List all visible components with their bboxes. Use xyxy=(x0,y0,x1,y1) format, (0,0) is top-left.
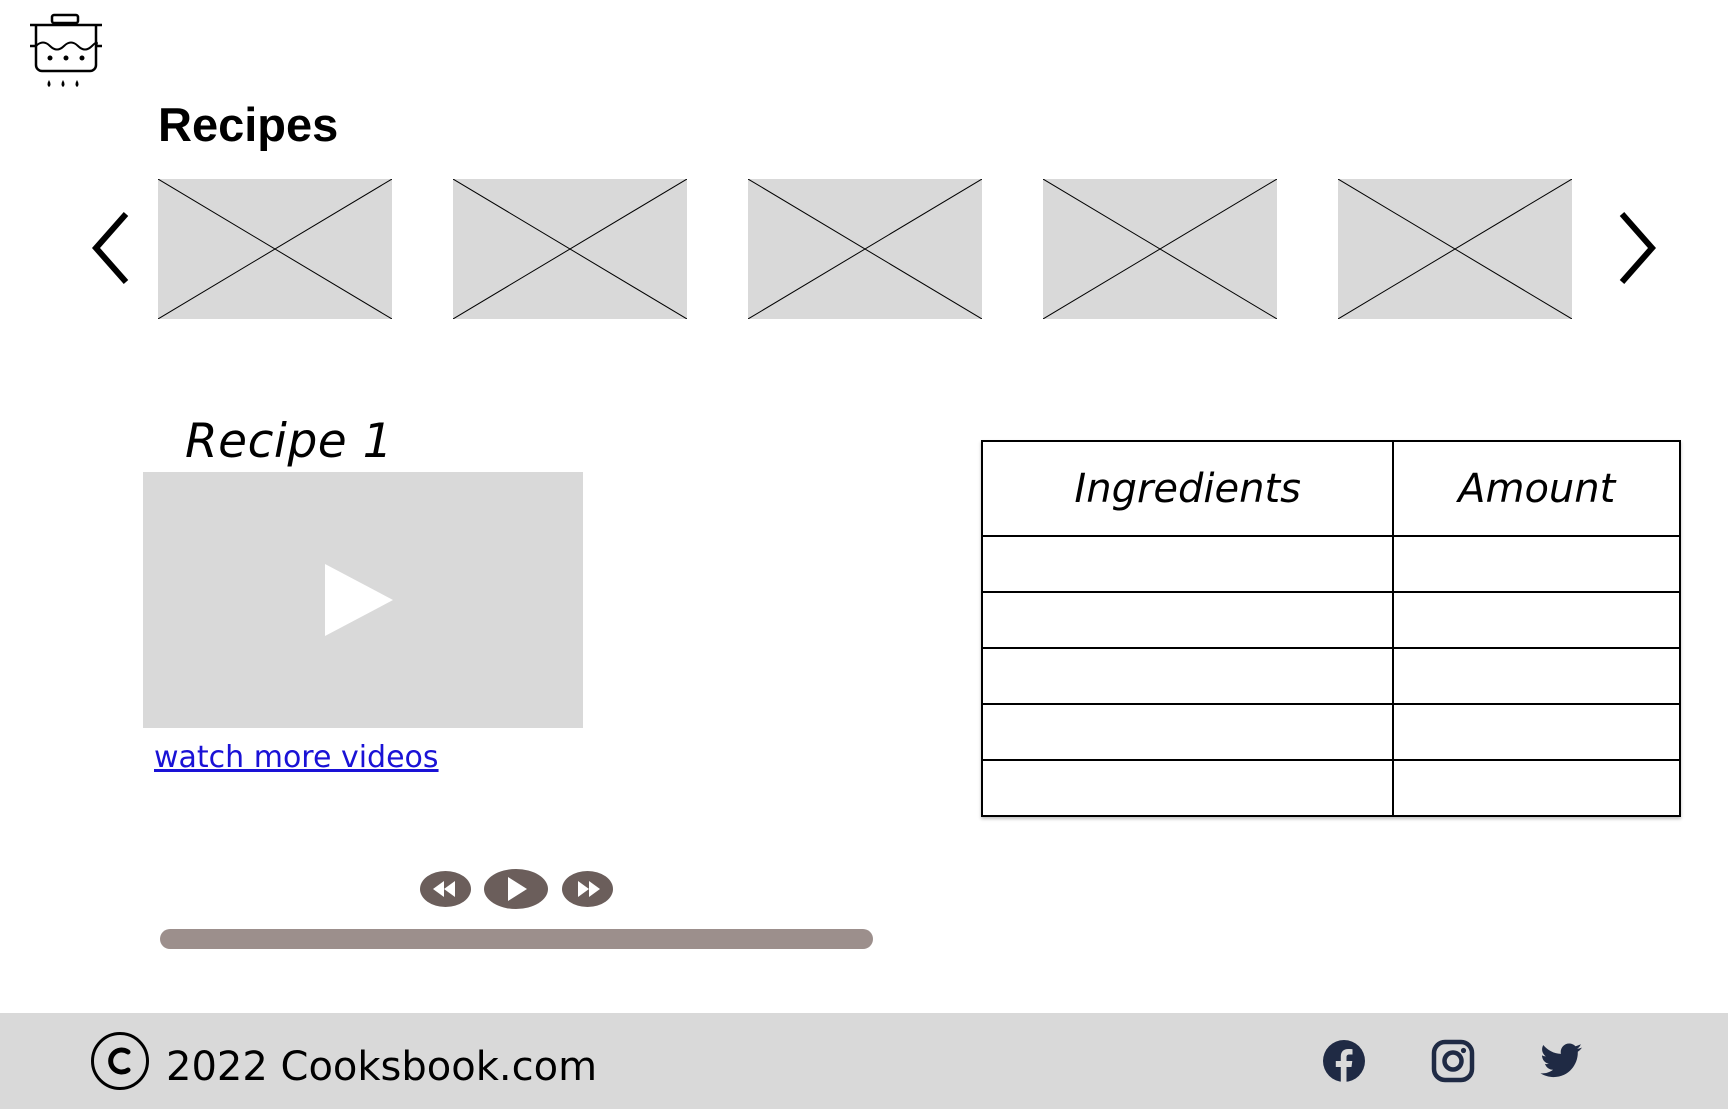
column-header-ingredients: Ingredients xyxy=(980,440,1395,537)
recipe-thumbnail[interactable] xyxy=(1043,179,1277,319)
recipe-thumbnail[interactable] xyxy=(1338,179,1572,319)
progress-bar[interactable] xyxy=(160,929,873,949)
copyright-icon xyxy=(91,1032,149,1090)
instagram-icon[interactable] xyxy=(1431,1039,1475,1083)
video-player[interactable] xyxy=(143,472,583,728)
table-cell xyxy=(1392,591,1681,649)
table-row xyxy=(980,759,1681,817)
rewind-icon[interactable] xyxy=(420,871,471,907)
recipe-heading: Recipe 1 xyxy=(185,414,394,469)
table-cell xyxy=(1392,535,1681,593)
footer: 2022 Cooksbook.com xyxy=(0,1013,1728,1109)
chevron-right-icon[interactable] xyxy=(1612,208,1660,288)
table-cell xyxy=(1392,703,1681,761)
table-row xyxy=(980,647,1681,705)
table-cell xyxy=(980,759,1395,817)
table-cell xyxy=(1392,759,1681,817)
table-cell xyxy=(980,535,1395,593)
recipe-thumbnail[interactable] xyxy=(748,179,982,319)
table-row xyxy=(980,703,1681,761)
recipe-thumbnail[interactable] xyxy=(453,179,687,319)
ingredients-table: Ingredients Amount xyxy=(980,440,1681,817)
image-placeholder-icon xyxy=(748,179,982,319)
image-placeholder-icon xyxy=(1043,179,1277,319)
play-icon xyxy=(325,564,393,636)
table-cell xyxy=(980,703,1395,761)
facebook-icon[interactable] xyxy=(1322,1039,1366,1083)
image-placeholder-icon xyxy=(158,179,392,319)
table-cell xyxy=(980,647,1395,705)
table-header-row: Ingredients Amount xyxy=(980,440,1681,537)
table-row xyxy=(980,535,1681,593)
image-placeholder-icon xyxy=(1338,179,1572,319)
twitter-icon[interactable] xyxy=(1539,1039,1583,1083)
recipe-thumbnail[interactable] xyxy=(158,179,392,319)
page-title: Recipes xyxy=(158,98,339,151)
play-icon[interactable] xyxy=(484,869,548,909)
copyright-text: 2022 Cooksbook.com xyxy=(166,1044,598,1090)
image-placeholder-icon xyxy=(453,179,687,319)
table-cell xyxy=(980,591,1395,649)
column-header-amount: Amount xyxy=(1392,440,1681,537)
cooking-pot-icon xyxy=(30,13,102,87)
table-cell xyxy=(1392,647,1681,705)
table-row xyxy=(980,591,1681,649)
chevron-left-icon[interactable] xyxy=(88,208,136,288)
fast-forward-icon[interactable] xyxy=(562,871,613,907)
watch-more-videos-link[interactable]: watch more videos xyxy=(154,740,439,775)
